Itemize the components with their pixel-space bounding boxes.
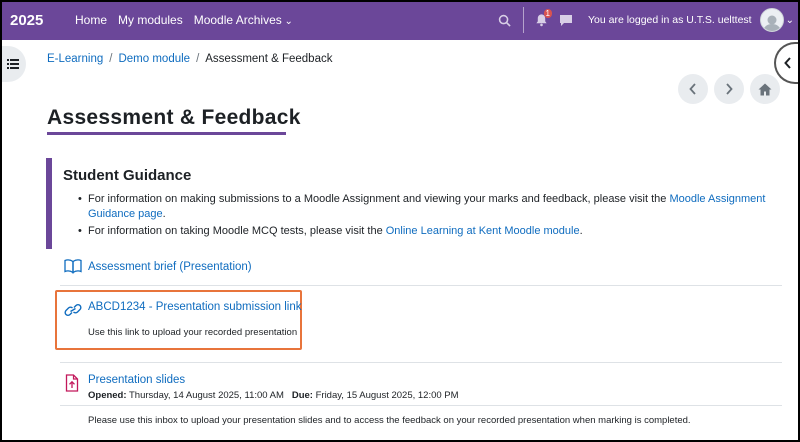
online-learning-link[interactable]: Online Learning at Kent Moodle module <box>386 225 580 237</box>
activity-assessment-brief: Assessment brief (Presentation) <box>60 258 780 278</box>
activity-presentation-slides: Presentation slides <box>60 372 780 392</box>
breadcrumb-separator: / <box>196 53 200 65</box>
highlighted-activity-box <box>55 290 302 350</box>
search-icon[interactable] <box>495 10 515 30</box>
activity-title[interactable]: Presentation slides <box>88 374 185 386</box>
site-brand[interactable]: 2025 <box>10 12 75 29</box>
course-index-toggle[interactable] <box>0 46 26 82</box>
activity-title[interactable]: ABCD1234 - Presentation submission link <box>88 301 302 313</box>
guidance-item-end: . <box>579 225 583 237</box>
activity-description: Use this link to upload your recorded pr… <box>88 327 298 338</box>
breadcrumb-demo-module[interactable]: Demo module <box>118 53 190 65</box>
navbar-right: 1 You are logged in as U.T.S. uelttest ⌄ <box>495 0 800 40</box>
home-icon <box>758 83 772 95</box>
guidance-item-text: For information on taking Moodle MCQ tes… <box>88 225 386 237</box>
opened-value: Thursday, 14 August 2025, 11:00 AM <box>129 390 284 401</box>
activity-dates: Opened: Thursday, 14 August 2025, 11:00 … <box>88 390 459 401</box>
book-icon <box>64 258 82 276</box>
block-drawer-toggle[interactable] <box>774 42 800 84</box>
guidance-item-end: . <box>162 208 166 220</box>
activity-submission-link: ABCD1234 - Presentation submission link <box>60 300 780 320</box>
list-icon <box>7 59 19 69</box>
login-info: You are logged in as U.T.S. uelttest <box>587 14 752 26</box>
next-section-button[interactable] <box>714 74 744 104</box>
opened-label: Opened: <box>88 390 127 401</box>
nav-moodle-archives[interactable]: Moodle Archives <box>194 13 293 27</box>
guidance-item: For information on making submissions to… <box>78 192 768 222</box>
nav-my-modules[interactable]: My modules <box>118 13 183 27</box>
previous-section-button[interactable] <box>678 74 708 104</box>
due-value: Friday, 15 August 2025, 12:00 PM <box>315 390 459 401</box>
notification-badge: 1 <box>543 9 552 18</box>
guidance-accent-bar <box>46 158 52 249</box>
breadcrumb-e-learning[interactable]: E-Learning <box>47 53 103 65</box>
avatar[interactable] <box>759 8 784 32</box>
activity-divider <box>60 405 782 406</box>
chat-icon[interactable] <box>556 10 576 30</box>
activity-divider <box>60 362 782 363</box>
top-navbar: 2025 Home My modules Moodle Archives 1 Y… <box>0 0 800 40</box>
breadcrumb-current: Assessment & Feedback <box>205 53 333 65</box>
link-icon <box>64 302 82 320</box>
bell-icon[interactable]: 1 <box>532 9 552 30</box>
user-menu-chevron-icon[interactable]: ⌄ <box>786 15 794 26</box>
guidance-item: For information on taking Moodle MCQ tes… <box>78 224 768 239</box>
chevron-left-icon <box>689 83 696 95</box>
chevron-left-icon <box>784 57 791 69</box>
upload-file-icon <box>64 374 82 392</box>
chevron-right-icon <box>726 83 733 95</box>
guidance-heading: Student Guidance <box>63 167 192 184</box>
activity-title[interactable]: Assessment brief (Presentation) <box>88 261 252 273</box>
navbar-separator <box>522 7 524 33</box>
breadcrumb-separator: / <box>109 53 113 65</box>
nav-home[interactable]: Home <box>75 13 107 27</box>
guidance-item-text: For information on making submissions to… <box>88 193 670 205</box>
course-home-button[interactable] <box>750 74 780 104</box>
activity-divider <box>60 285 782 286</box>
due-label: Due: <box>291 390 313 401</box>
activity-description: Please use this inbox to upload your pre… <box>88 415 691 426</box>
page-title: Assessment & Feedback <box>47 106 301 129</box>
title-underline <box>47 132 286 135</box>
guidance-list: For information on making submissions to… <box>78 192 768 241</box>
breadcrumb: E-Learning / Demo module / Assessment & … <box>47 53 332 65</box>
